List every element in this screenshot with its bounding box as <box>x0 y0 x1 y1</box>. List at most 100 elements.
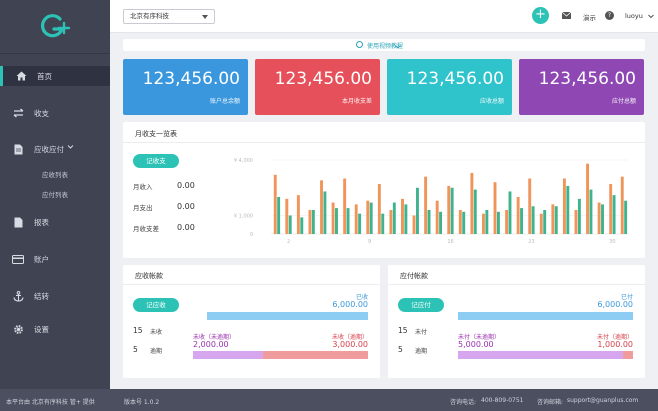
count-unpaid-label: 未付 <box>415 329 428 336</box>
expense-bar <box>543 209 547 234</box>
stat-value: 123,456.00 <box>142 69 240 89</box>
count-unpaid-label: 未收 <box>150 329 163 336</box>
expense-bar <box>288 215 292 234</box>
stat-label: 应收总额 <box>479 98 504 105</box>
income-bar <box>401 198 404 234</box>
footer-provider: 本平台由 北京有序科技 管+ 提供 <box>6 399 95 406</box>
user-name[interactable]: luoyu <box>625 12 643 20</box>
footer-phone-label: 咨询电话: <box>450 399 477 406</box>
expense-bar <box>335 208 338 234</box>
record-receivable-button[interactable]: 记应收 <box>133 298 179 312</box>
expense-bar <box>473 189 477 234</box>
count-unpaid: 15 <box>133 326 143 335</box>
y-tick-label: 0 <box>250 232 253 238</box>
income-bar <box>343 178 347 234</box>
top-bar: 北京有序科技 + 演示 ? luoyu <box>110 0 658 33</box>
income-bar <box>528 178 532 234</box>
monthly-row-label: 月收入 <box>133 183 153 191</box>
sidebar-item-label: 首页 <box>37 71 52 81</box>
income-bar <box>482 213 485 234</box>
sidebar-item-accounts[interactable]: 账户 <box>0 249 110 269</box>
expense-bar <box>311 209 315 234</box>
monthly-row-value: 0.00 <box>177 202 195 211</box>
sidebar-item-home[interactable]: 首页 <box>0 66 110 86</box>
add-button[interactable]: + <box>532 7 549 24</box>
logo-icon <box>40 13 71 37</box>
income-bar <box>331 202 335 234</box>
sidebar-item-income-expense[interactable]: 收支 <box>0 103 110 123</box>
stat-card-payable[interactable]: 123,456.00 应付总额 <box>519 59 644 115</box>
sidebar-item-carry-forward[interactable]: 结转 <box>0 286 110 306</box>
stat-label: 应付总额 <box>611 98 636 105</box>
sidebar-item-settings[interactable]: 设置 <box>0 319 110 339</box>
footer-email: support@guanplus.com <box>567 397 639 404</box>
stat-value: 123,456.00 <box>538 69 636 89</box>
stat-label: 账户总余额 <box>209 98 240 105</box>
credit-card-icon <box>12 254 24 264</box>
done-value: 6,000.00 <box>332 300 368 309</box>
company-select[interactable]: 北京有序科技 <box>123 9 215 24</box>
chevron-down-icon <box>67 144 74 152</box>
expense-bar <box>462 211 466 234</box>
paid-bar <box>458 312 633 320</box>
footer: 本平台由 北京有序科技 管+ 提供 版本号 1.0.2 咨询电话: 400-80… <box>0 389 658 411</box>
expense-bar <box>496 211 500 234</box>
income-bar <box>620 176 624 234</box>
count-overdue-label: 逾期 <box>150 348 163 355</box>
demo-link[interactable]: 演示 <box>583 12 596 22</box>
not-due-value: 5,000.00 <box>458 340 494 349</box>
report-icon <box>12 217 24 227</box>
monthly-row-value: 0.00 <box>177 181 195 190</box>
home-icon <box>15 71 27 81</box>
help-icon[interactable]: ? <box>605 11 614 20</box>
record-payable-button[interactable]: 记应付 <box>398 298 444 312</box>
income-bar <box>366 200 370 234</box>
income-bar <box>273 174 277 234</box>
expense-bar <box>392 202 396 234</box>
done-value: 6,000.00 <box>597 300 633 309</box>
expense-bar <box>577 198 581 234</box>
sidebar-subitem-payable-list[interactable]: 应付列表 <box>42 189 68 199</box>
record-income-expense-button[interactable]: 记收支 <box>133 154 179 168</box>
stat-card-monthly-diff[interactable]: 123,456.00 本月收支差 <box>255 59 380 115</box>
income-bar <box>458 209 462 234</box>
expense-bar <box>566 185 570 234</box>
monthly-panel: 月收支一览表 记收支 月收入 0.00 月支出 0.00 月收支差 0.00 ¥… <box>123 122 645 258</box>
count-overdue: 5 <box>133 345 138 354</box>
expense-bar <box>520 208 523 234</box>
expense-bar <box>300 217 304 234</box>
exchange-icon <box>12 108 24 118</box>
mail-icon[interactable] <box>561 11 572 21</box>
sidebar-item-receivable-payable[interactable]: 应收应付 <box>0 139 110 159</box>
x-tick-label: 16 <box>447 239 453 245</box>
sidebar-item-reports[interactable]: 报表 <box>0 212 110 232</box>
unpaid-split-bar <box>458 351 633 359</box>
y-tick-label: ¥ 1,000 <box>234 214 253 220</box>
tutorial-bar[interactable]: 使用视频教程 <box>123 39 645 51</box>
sidebar-subitem-receivable-list[interactable]: 应收列表 <box>42 169 68 179</box>
income-bar <box>562 178 566 234</box>
income-bar <box>435 200 439 234</box>
caret-down-icon <box>202 15 208 19</box>
gear-icon <box>12 324 24 334</box>
divider <box>123 284 380 285</box>
company-select-value: 北京有序科技 <box>130 12 169 20</box>
stat-card-receivable[interactable]: 123,456.00 应收总额 <box>387 59 512 115</box>
sidebar: 首页 收支 应收应付 应收列表 应付列表 报表 账户 结转 设置 <box>0 0 110 389</box>
stat-card-balance[interactable]: 123,456.00 账户总余额 <box>123 59 248 115</box>
income-bar <box>574 209 578 234</box>
monthly-row-label: 月支出 <box>133 204 153 212</box>
expense-bar <box>277 197 281 234</box>
expense-bar <box>416 187 419 234</box>
income-bar <box>539 213 543 234</box>
expense-bar <box>358 213 362 234</box>
logo <box>0 0 110 54</box>
income-bar <box>597 202 601 234</box>
expense-bar <box>381 213 385 234</box>
expense-bar <box>554 206 558 234</box>
footer-version: 版本号 1.0.2 <box>124 399 160 406</box>
chevron-down-icon[interactable] <box>648 13 654 21</box>
income-bar <box>377 184 381 234</box>
monthly-row-label: 月收支差 <box>133 225 159 233</box>
income-bar <box>516 197 520 234</box>
